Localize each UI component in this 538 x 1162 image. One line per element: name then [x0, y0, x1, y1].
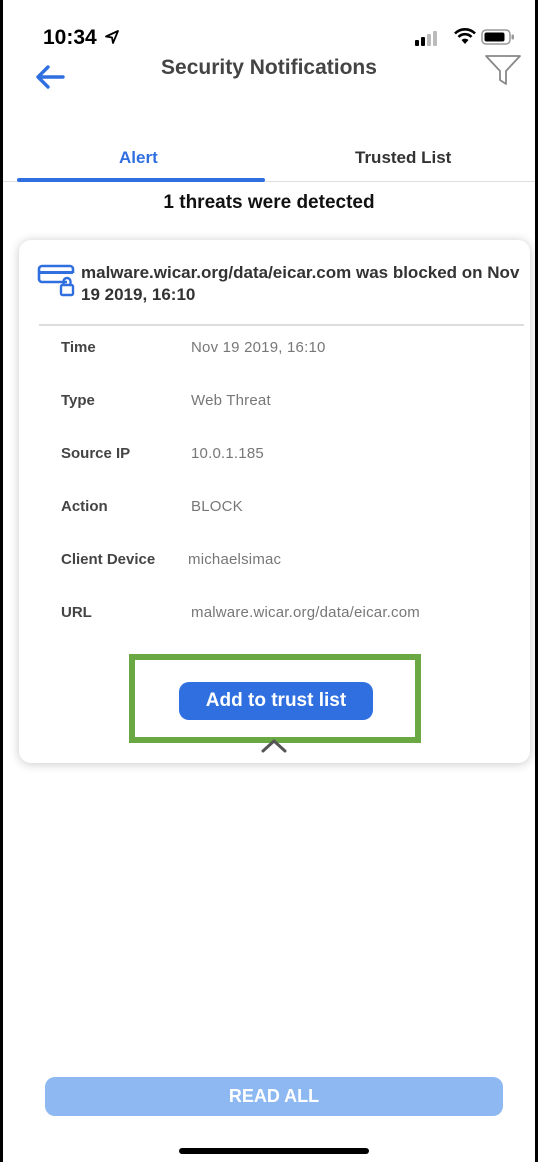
- detail-value: Nov 19 2019, 16:10: [191, 339, 326, 356]
- chevron-up-icon[interactable]: [259, 737, 289, 753]
- detail-label: Type: [61, 392, 95, 409]
- active-tab-indicator: [17, 178, 265, 182]
- detail-row-client-device: Client Device michaelsimac: [19, 551, 530, 575]
- detail-label: Source IP: [61, 445, 131, 462]
- screen: 10:34 Security Notifications Alert Trust…: [3, 0, 535, 1162]
- detail-row-url: URL malware.wicar.org/data/eicar.com: [19, 604, 530, 628]
- status-time: 10:34: [43, 26, 97, 49]
- detail-label: Time: [61, 339, 96, 356]
- cellular-signal-icon: [415, 31, 437, 46]
- detail-row-action: Action BLOCK: [19, 498, 530, 522]
- filter-icon[interactable]: [483, 52, 523, 88]
- detail-row-source-ip: Source IP 10.0.1.185: [19, 445, 530, 469]
- battery-icon: [481, 29, 514, 45]
- tab-trusted-list[interactable]: Trusted List: [355, 148, 451, 168]
- location-arrow-icon: [105, 30, 119, 44]
- detail-row-time: Time Nov 19 2019, 16:10: [19, 339, 530, 363]
- tab-alert[interactable]: Alert: [119, 148, 158, 168]
- detail-value: 10.0.1.185: [191, 445, 264, 462]
- tab-bar: Alert Trusted List: [3, 140, 535, 184]
- page-title: Security Notifications: [161, 56, 377, 79]
- card-divider: [39, 324, 524, 326]
- detail-label: Action: [61, 498, 108, 515]
- detail-value: BLOCK: [191, 498, 243, 515]
- threat-summary: 1 threats were detected: [163, 192, 375, 213]
- threat-card: malware.wicar.org/data/eicar.com was blo…: [19, 240, 530, 763]
- web-lock-icon: [37, 264, 75, 297]
- add-to-trust-list-button[interactable]: Add to trust list: [179, 682, 373, 720]
- read-all-button[interactable]: READ ALL: [45, 1077, 503, 1116]
- detail-value: malware.wicar.org/data/eicar.com: [191, 604, 420, 621]
- status-bar: 10:34: [3, 0, 535, 50]
- detail-label: URL: [61, 604, 92, 621]
- detail-row-type: Type Web Threat: [19, 392, 530, 416]
- home-indicator: [179, 1148, 369, 1154]
- detail-label: Client Device: [61, 551, 156, 568]
- wifi-icon: [454, 28, 476, 44]
- detail-value: michaelsimac: [188, 551, 282, 568]
- threat-title: malware.wicar.org/data/eicar.com was blo…: [81, 263, 520, 304]
- detail-value: Web Threat: [191, 392, 271, 409]
